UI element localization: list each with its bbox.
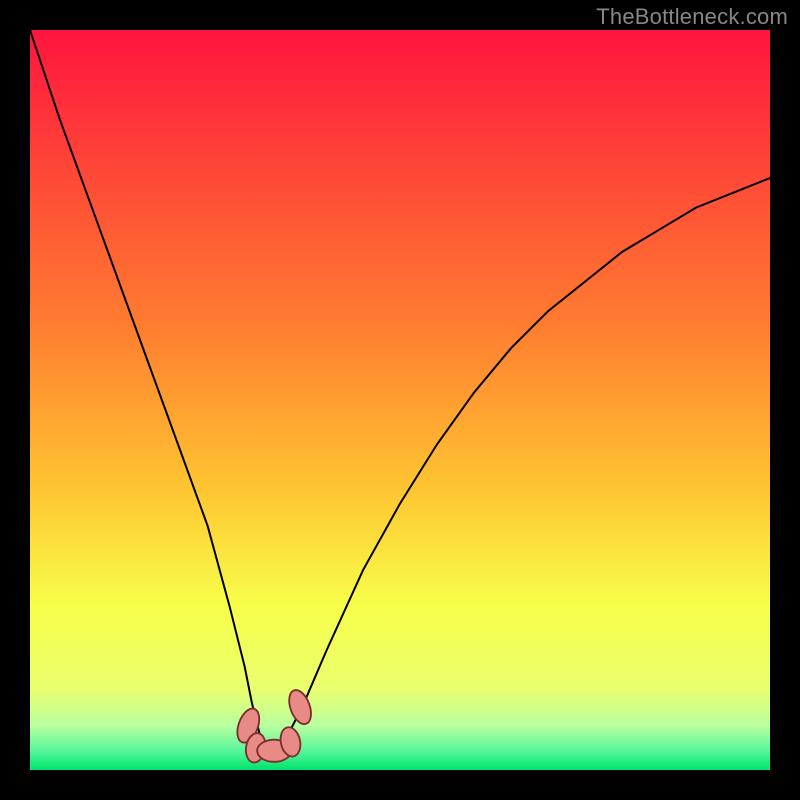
bottleneck-chart	[30, 30, 770, 770]
watermark-text: TheBottleneck.com	[596, 4, 788, 30]
gradient-background	[30, 30, 770, 770]
chart-frame: TheBottleneck.com	[0, 0, 800, 800]
